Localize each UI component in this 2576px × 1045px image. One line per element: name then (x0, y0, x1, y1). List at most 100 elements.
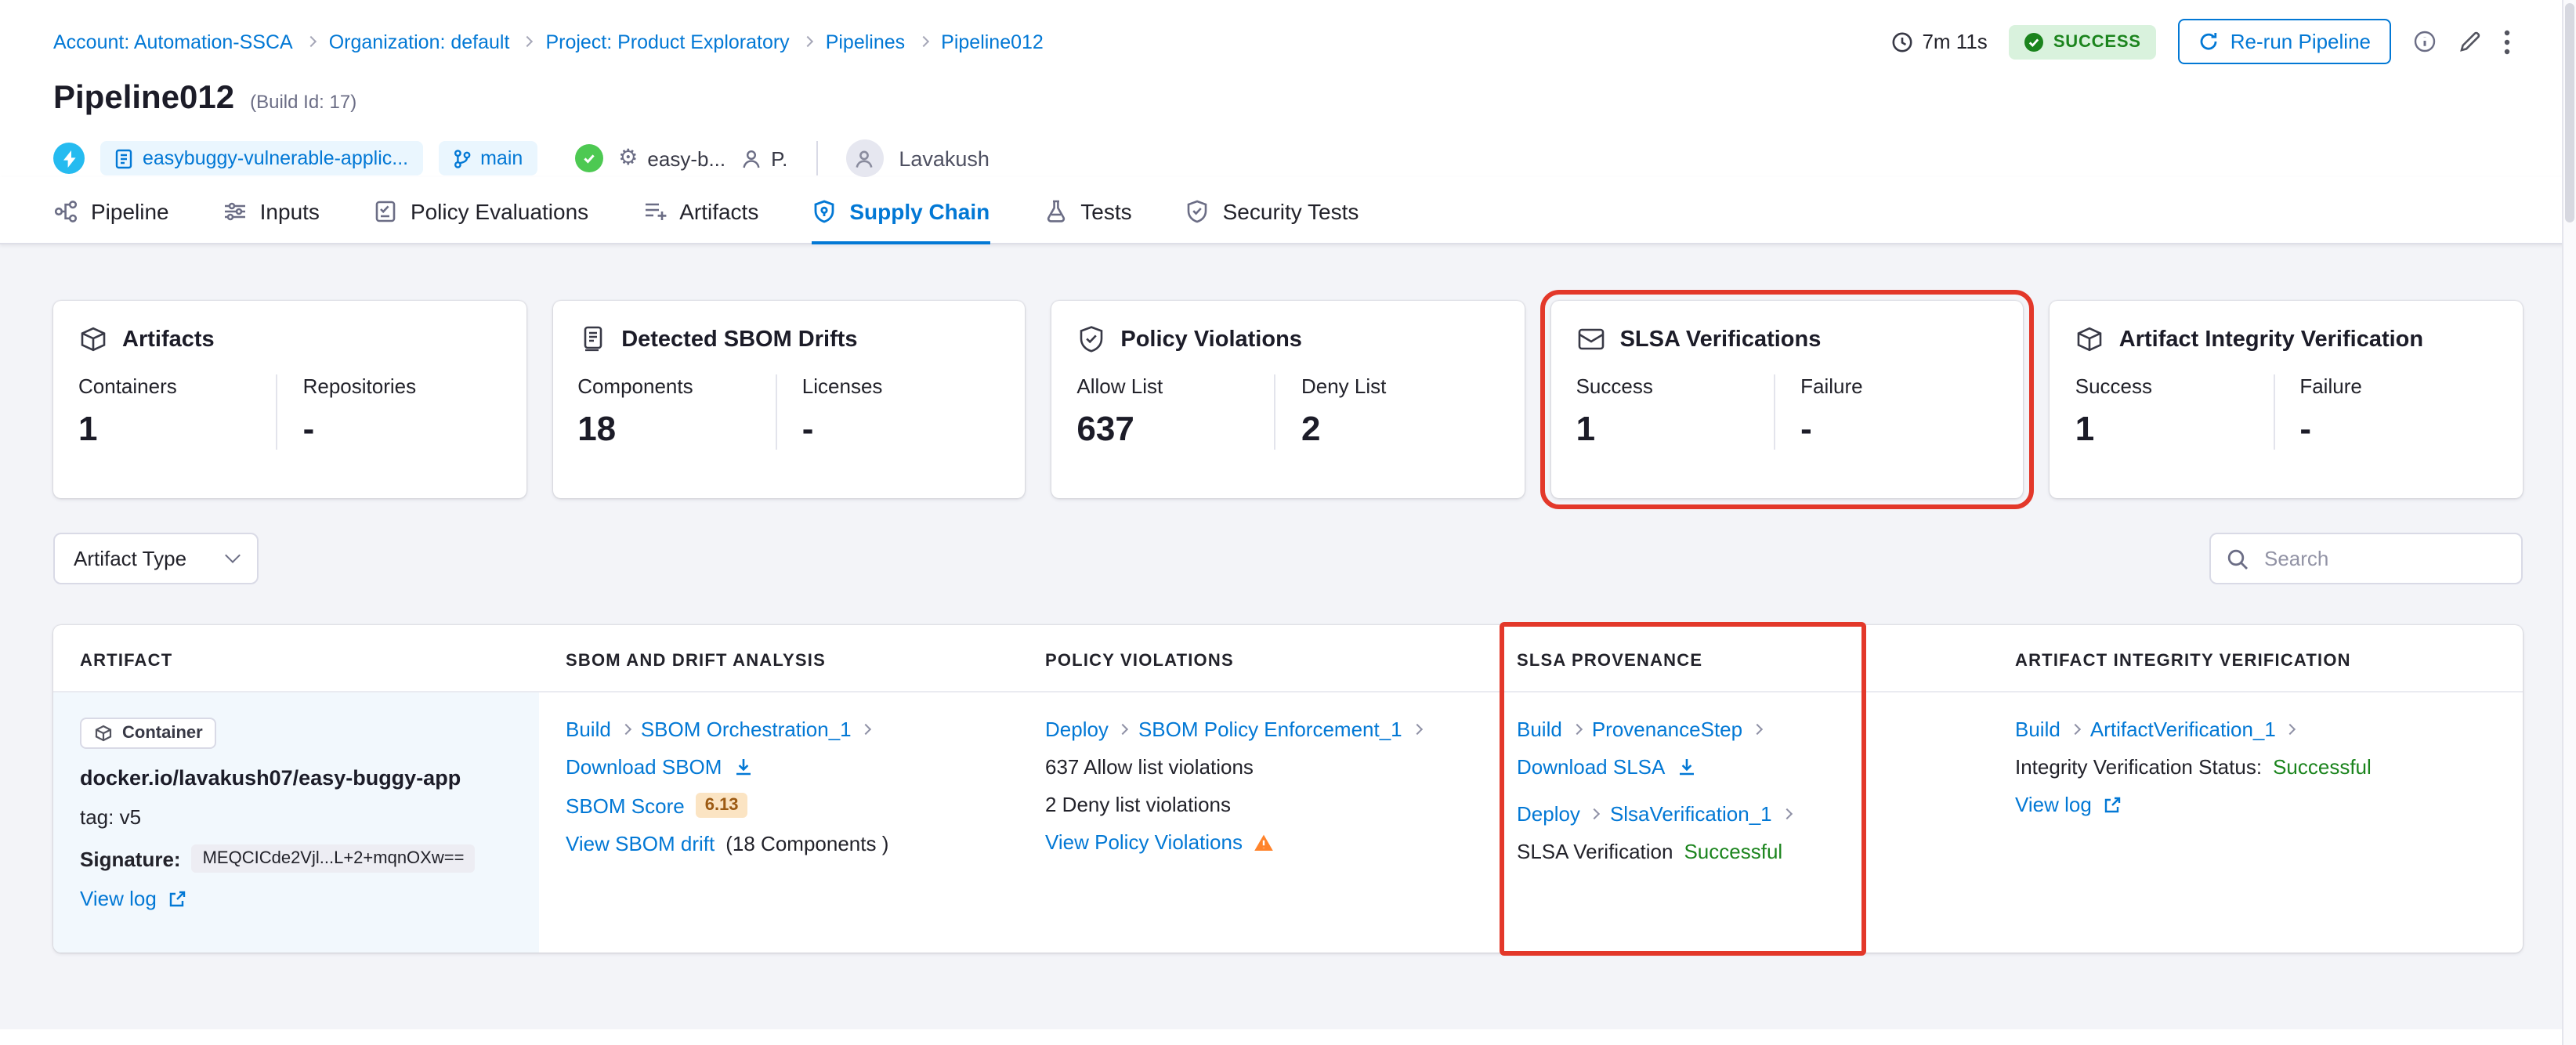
column-sbom: SBOM AND DRIFT ANALYSIS (566, 652, 826, 671)
card-title: Artifacts (122, 327, 215, 352)
view-sbom-drift-link[interactable]: View SBOM drift (566, 832, 715, 855)
sbom-score-link[interactable]: SBOM Score (566, 794, 685, 817)
environment-item[interactable]: P. (741, 146, 787, 170)
info-icon[interactable] (2413, 30, 2437, 53)
breadcrumb-pipelines[interactable]: Pipelines (826, 31, 905, 52)
card-title: Detected SBOM Drifts (621, 327, 858, 352)
view-policy-violations-link[interactable]: View Policy Violations (1045, 830, 1243, 854)
branch-chip[interactable]: main (438, 141, 537, 175)
policy-step-link[interactable]: SBOM Policy Enforcement_1 (1138, 718, 1402, 741)
container-badge: Container (80, 718, 217, 749)
scrollbar[interactable] (2562, 0, 2576, 1045)
stat-licenses: Licenses - (775, 374, 1000, 450)
inputs-icon (223, 199, 248, 224)
chevron-right-icon (1571, 723, 1583, 736)
slsa-build-stage-link[interactable]: Build (1517, 718, 1562, 741)
tab-label: Inputs (259, 199, 320, 224)
green-status-icon (574, 144, 603, 172)
tab-tests[interactable]: Tests (1043, 199, 1132, 243)
search-input[interactable] (2261, 545, 2505, 572)
stat-integrity-failure: Failure - (2273, 374, 2498, 450)
artifact-signature: Signature: MEQCICde2Vjl...L+2+mqnOXw== (80, 844, 517, 873)
supply-chain-icon (812, 199, 837, 224)
edit-pipeline-icon[interactable] (2458, 30, 2482, 53)
stat-slsa-success: Success 1 (1576, 374, 1653, 448)
artifact-cell: Container docker.io/lavakush07/easy-bugg… (53, 692, 539, 953)
stat-components: Components 18 (577, 374, 693, 448)
tests-icon (1043, 199, 1068, 224)
artifact-type-label: Artifact Type (74, 547, 187, 570)
repository-name: easybuggy-vulnerable-applic... (143, 147, 409, 169)
tab-bar: Pipeline Inputs Policy Evaluations Artif… (0, 177, 2576, 244)
build-id: (Build Id: 17) (250, 91, 357, 113)
sbom-drifts-card-icon (577, 324, 607, 354)
column-artifact-integrity: ARTIFACT INTEGRITY VERIFICATION (2015, 652, 2351, 671)
chevron-right-icon (860, 723, 872, 736)
service-item[interactable]: ⚙ easy-b... (618, 146, 725, 171)
chevron-right-icon (1781, 808, 1793, 820)
provenance-step-link[interactable]: ProvenanceStep (1592, 718, 1742, 741)
service-name: easy-b... (647, 146, 726, 170)
repository-chip[interactable]: easybuggy-vulnerable-applic... (100, 141, 423, 175)
tab-label: Policy Evaluations (410, 199, 589, 224)
chevron-right-icon (1589, 808, 1601, 820)
artifacts-icon (642, 199, 667, 224)
tab-label: Supply Chain (849, 199, 990, 224)
stat-allow-list: Allow List 637 (1076, 374, 1163, 448)
download-sbom-link[interactable]: Download SBOM (566, 755, 722, 779)
tab-policy-evaluations[interactable]: Policy Evaluations (373, 199, 588, 243)
tab-supply-chain[interactable]: Supply Chain (812, 199, 991, 244)
sbom-step-link[interactable]: SBOM Orchestration_1 (641, 718, 852, 741)
clock-icon (1890, 31, 1912, 52)
sbom-score-badge: 6.13 (695, 793, 748, 818)
card-slsa-verifications: SLSA Verifications Success 1 Failure - (1539, 290, 2035, 509)
slsa-provenance-cell: Build ProvenanceStep Download SLSA Deplo… (1490, 692, 1988, 953)
pipeline-execution-page: Account: Automation-SSCA Organization: d… (0, 0, 2576, 1045)
slsa-verification-step-link[interactable]: SlsaVerification_1 (1610, 802, 1772, 826)
signature-value: MEQCICde2Vjl...L+2+mqnOXw== (191, 844, 476, 873)
user-name: Lavakush (899, 146, 990, 170)
rerun-pipeline-button[interactable]: Re-run Pipeline (2178, 19, 2391, 64)
search-box (2209, 533, 2523, 584)
breadcrumb-project[interactable]: Project: Product Exploratory (545, 31, 789, 52)
trigger-icon (53, 143, 85, 174)
artifact-view-log-link[interactable]: View log (80, 887, 157, 910)
tab-label: Artifacts (679, 199, 759, 224)
slsa-deploy-stage-link[interactable]: Deploy (1517, 802, 1580, 826)
stat-integrity-success: Success 1 (2075, 374, 2153, 448)
integrity-stage-link[interactable]: Build (2015, 718, 2060, 741)
breadcrumb-pipeline012[interactable]: Pipeline012 (941, 31, 1044, 52)
artifacts-table: ARTIFACT SBOM AND DRIFT ANALYSIS POLICY … (53, 622, 2523, 956)
tab-pipeline[interactable]: Pipeline (53, 199, 169, 243)
scrollbar-thumb[interactable] (2564, 3, 2574, 222)
chevron-down-icon (225, 548, 241, 563)
artifact-verification-step-link[interactable]: ArtifactVerification_1 (2090, 718, 2276, 741)
download-slsa-link[interactable]: Download SLSA (1517, 755, 1665, 779)
artifact-type-dropdown[interactable]: Artifact Type (53, 533, 259, 584)
status-badge: SUCCESS (2009, 24, 2157, 59)
policy-stage-link[interactable]: Deploy (1045, 718, 1109, 741)
search-icon (2227, 548, 2249, 570)
column-policy-violations: POLICY VIOLATIONS (1045, 652, 1234, 671)
external-link-icon (2103, 795, 2122, 814)
external-link-icon (168, 889, 186, 908)
tab-inputs[interactable]: Inputs (223, 199, 320, 243)
topbar: Account: Automation-SSCA Organization: d… (0, 0, 2576, 64)
supply-chain-content: Artifacts Containers 1 Repositories - De… (0, 244, 2576, 1029)
breadcrumb-account[interactable]: Account: Automation-SSCA (53, 31, 293, 52)
tab-security-tests[interactable]: Security Tests (1185, 199, 1359, 243)
slsa-status-value: Successful (1684, 840, 1783, 863)
slsa-status-label: SLSA Verification (1517, 840, 1673, 863)
breadcrumb-organization[interactable]: Organization: default (329, 31, 510, 52)
duration-text: 7m 11s (1922, 30, 1988, 53)
integrity-view-log-link[interactable]: View log (2015, 793, 2092, 816)
stat-slsa-failure: Failure - (1774, 374, 1999, 450)
repository-icon (114, 148, 133, 168)
sbom-stage-link[interactable]: Build (566, 718, 611, 741)
more-options-icon[interactable] (2504, 29, 2510, 54)
chevron-right-icon (917, 35, 929, 48)
tab-artifacts[interactable]: Artifacts (642, 199, 758, 243)
container-badge-label: Container (122, 724, 203, 743)
chevron-right-icon (2069, 723, 2081, 736)
chevron-right-icon (1411, 723, 1423, 736)
